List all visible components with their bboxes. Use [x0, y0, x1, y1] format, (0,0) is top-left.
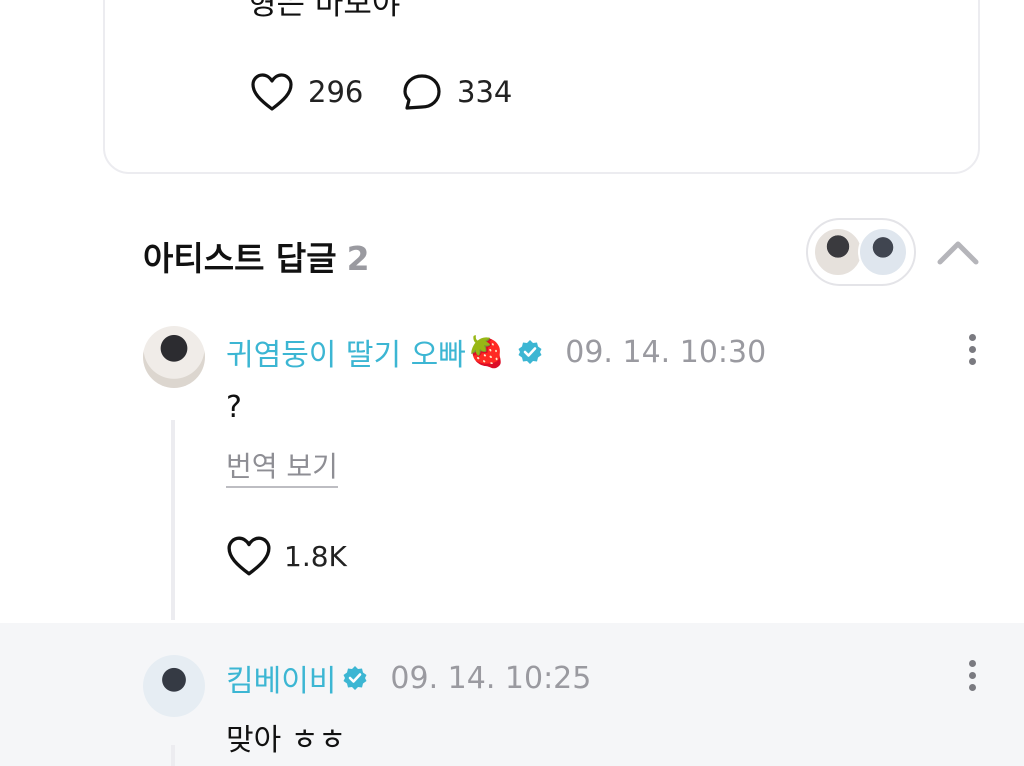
- reply-avatar[interactable]: [143, 655, 205, 717]
- reply-text: 맞아 ㅎㅎ: [226, 723, 346, 758]
- artist-replies-title: 아티스트 답글 2: [143, 232, 370, 280]
- thread-line: [171, 420, 175, 620]
- reply-avatar[interactable]: [143, 326, 205, 388]
- speech-bubble-icon: [403, 74, 441, 110]
- post-card: 형은 바보야 296 334: [103, 0, 980, 174]
- verified-badge-icon: [518, 340, 542, 364]
- reply-timestamp: 09. 14. 10:25: [390, 660, 592, 696]
- heart-icon: [227, 536, 271, 576]
- reply-author-name[interactable]: 귀염둥이 딸기 오빠: [226, 330, 466, 374]
- more-vertical-icon[interactable]: [962, 332, 982, 368]
- reply-header: 귀염둥이 딸기 오빠 🍓 09. 14. 10:30: [226, 330, 766, 374]
- post-comment-button[interactable]: 334: [401, 72, 512, 112]
- artist-replies-label: 아티스트 답글: [143, 239, 337, 278]
- chevron-up-icon[interactable]: [936, 236, 980, 268]
- post-comment-count: 334: [457, 75, 513, 109]
- post-text: 형은 바보야: [248, 0, 401, 22]
- reply-like-count: 1.8K: [284, 539, 347, 573]
- post-like-count: 296: [308, 75, 364, 109]
- artist-avatar: [813, 227, 863, 277]
- reply-text: ?: [226, 390, 242, 425]
- translate-link[interactable]: 번역 보기: [226, 450, 338, 488]
- artist-avatar: [858, 227, 908, 277]
- reply-like-button[interactable]: 1.8K: [226, 535, 347, 577]
- reply-author-name[interactable]: 킴베이비: [226, 656, 336, 700]
- artist-replies-count: 2: [346, 239, 370, 278]
- more-vertical-icon[interactable]: [962, 658, 982, 694]
- artist-avatar-group[interactable]: [806, 218, 916, 286]
- post-like-button[interactable]: 296: [250, 72, 363, 112]
- verified-badge-icon: [343, 666, 367, 690]
- thread-line: [171, 745, 175, 766]
- reply-header: 킴베이비 09. 14. 10:25: [226, 656, 591, 700]
- reply-timestamp: 09. 14. 10:30: [565, 334, 767, 370]
- strawberry-emoji: 🍓: [467, 334, 506, 370]
- heart-icon: [251, 73, 293, 111]
